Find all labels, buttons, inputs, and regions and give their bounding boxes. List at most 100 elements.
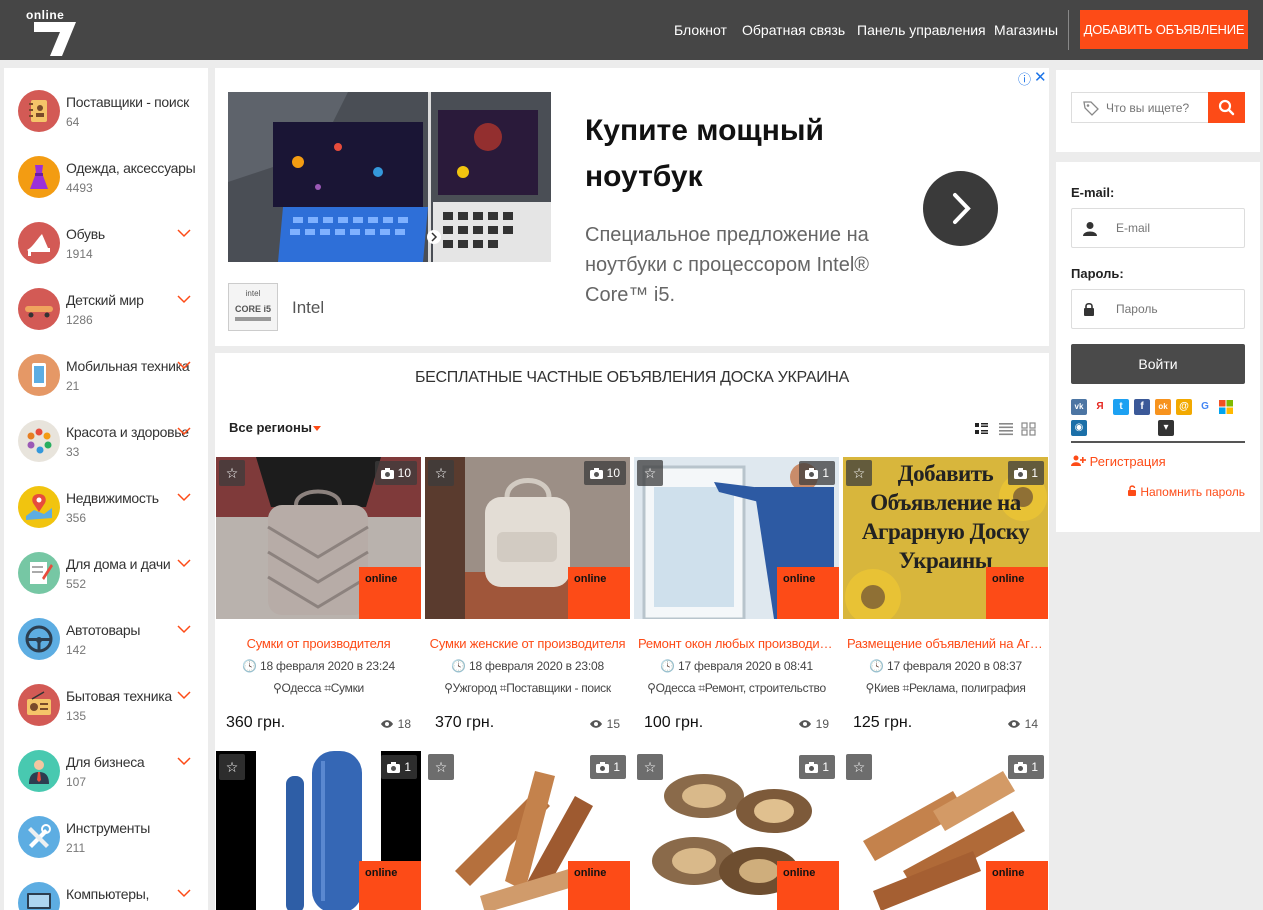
chevron-down-icon[interactable] [177,756,191,766]
steam-icon[interactable]: ◉ [1071,420,1087,436]
category-item[interactable]: Инструменты 211 [4,806,208,872]
nav-feedback[interactable]: Обратная связь [742,22,845,38]
facebook-icon[interactable]: f [1134,399,1150,415]
email-input[interactable] [1116,219,1236,237]
listing-title[interactable]: Размещение объявлений на Аграрную доску [843,636,1048,651]
listing-image[interactable]: online ☆ 1 [425,751,630,910]
favorite-star-icon[interactable]: ☆ [219,754,245,780]
listing-image[interactable]: online ☆ 10 [425,457,630,619]
email-label: E-mail: [1071,185,1115,200]
listing-card[interactable]: online ☆ 1 Ремонт окон любых производите… [634,457,839,749]
nav-notepad[interactable]: Блокнот [674,22,727,38]
listings-title: БЕСПЛАТНЫЕ ЧАСТНЫЕ ОБЪЯВЛЕНИЯ ДОСКА УКРА… [414,369,850,386]
chevron-down-icon[interactable] [177,360,191,370]
camera-icon [1014,467,1028,479]
chevron-down-icon[interactable] [177,426,191,436]
chevron-down-icon[interactable] [177,492,191,502]
favorite-star-icon[interactable]: ☆ [428,460,454,486]
listing-card[interactable]: online ☆ 1 [216,751,421,910]
site-logo[interactable]: online [26,8,80,56]
twitter-icon[interactable]: t [1113,399,1129,415]
radio-icon [18,684,60,726]
listing-views: 15 [589,717,620,731]
region-selector[interactable]: Все регионы [229,420,312,435]
favorite-star-icon[interactable]: ☆ [637,754,663,780]
mailru-icon[interactable]: @ [1176,399,1192,415]
category-item[interactable]: Поставщики - поиск 64 [4,80,208,146]
microsoft-icon[interactable] [1218,399,1234,415]
chevron-down-icon[interactable] [177,690,191,700]
chevron-down-icon[interactable] [177,624,191,634]
category-item[interactable]: Обувь 1914 [4,212,208,278]
category-item[interactable]: Мобильная техника 21 [4,344,208,410]
listing-price: 370 грн. [435,714,495,731]
listing-price: 125 грн. [853,714,913,731]
listing-image[interactable]: online ☆ 1 [634,457,839,619]
odnoklassniki-icon[interactable]: ok [1155,399,1171,415]
category-item[interactable]: Для бизнеса 107 [4,740,208,806]
listing-image[interactable]: Добавить Объявление на Аграрную Доску Ук… [843,457,1048,619]
photo-count-badge: 1 [381,755,417,779]
listing-card[interactable]: online ☆ 1 [425,751,630,910]
add-listing-button[interactable]: ДОБАВИТЬ ОБЪЯВЛЕНИЕ [1080,10,1248,49]
favorite-star-icon[interactable]: ☆ [428,754,454,780]
search-button[interactable] [1208,92,1245,123]
ad-headline[interactable]: Купите мощный ноутбук [585,108,885,200]
advertisement-banner[interactable]: ⓘ ✕ intel CORE i5 Intel Купите мощный но… [215,68,1049,346]
chevron-down-icon[interactable] [177,228,191,238]
google-icon[interactable]: G [1197,399,1213,415]
listing-image[interactable]: online ☆ 1 [843,751,1048,910]
favorite-star-icon[interactable]: ☆ [219,460,245,486]
ad-close-icon[interactable]: ✕ [1034,68,1047,86]
favorite-star-icon[interactable]: ☆ [637,460,663,486]
photo-count-badge: 1 [590,755,626,779]
dropdown-icon[interactable]: ▾ [1158,420,1174,436]
category-item[interactable]: Для дома и дачи 552 [4,542,208,608]
chevron-down-icon[interactable] [177,888,191,898]
category-item[interactable]: Детский мир 1286 [4,278,208,344]
category-count: 1914 [66,247,93,261]
category-count: 1286 [66,313,93,327]
category-item[interactable]: Бытовая техника 135 [4,674,208,740]
favorite-star-icon[interactable]: ☆ [846,754,872,780]
ad-info-icon[interactable]: ⓘ [1018,69,1031,88]
listing-card[interactable]: online ☆ 1 [843,751,1048,910]
email-field[interactable] [1071,208,1245,248]
category-item[interactable]: Недвижимость 356 [4,476,208,542]
register-link[interactable]: Регистрация [1071,454,1166,469]
listing-image[interactable]: online ☆ 10 [216,457,421,619]
listing-card[interactable]: online ☆ 10 Сумки от производителя 🕓 18 … [216,457,421,749]
listing-title[interactable]: Сумки от производителя [216,636,421,651]
view-mode-switcher[interactable] [975,422,1037,436]
category-item[interactable]: Одежда, аксессуары 4493 [4,146,208,212]
listing-image[interactable]: online ☆ 1 [634,751,839,910]
password-input[interactable] [1116,300,1236,318]
listing-card[interactable]: online ☆ 1 [634,751,839,910]
category-item[interactable]: Автотовары 142 [4,608,208,674]
listing-title[interactable]: Ремонт окон любых производителей [634,636,839,651]
category-item[interactable]: Красота и здоровье 33 [4,410,208,476]
watermark-text: online [783,573,816,585]
search-input[interactable] [1106,98,1206,118]
listing-title[interactable]: Сумки женские от производителя [425,636,630,651]
listing-image[interactable]: online ☆ 1 [216,751,421,910]
yandex-icon[interactable]: Я [1092,399,1108,415]
search-field[interactable] [1071,92,1209,123]
caret-down-icon[interactable] [313,426,321,431]
password-field[interactable] [1071,289,1245,329]
listing-card[interactable]: online ☆ 10 Сумки женские от производите… [425,457,630,749]
chevron-down-icon[interactable] [177,558,191,568]
favorite-star-icon[interactable]: ☆ [846,460,872,486]
listing-views: 19 [798,717,829,731]
svg-text:intel: intel [246,289,261,298]
remind-password-link[interactable]: Напомнить пароль [1127,485,1245,499]
category-item[interactable]: Компьютеры, [4,872,208,910]
vk-icon[interactable]: vk [1071,399,1087,415]
ad-next-button[interactable] [923,171,998,246]
nav-control-panel[interactable]: Панель управления [857,22,986,38]
nav-shops[interactable]: Магазины [994,22,1058,38]
login-button[interactable]: Войти [1071,344,1245,384]
ad-brand-name[interactable]: Intel [292,298,324,318]
chevron-down-icon[interactable] [177,294,191,304]
listing-card[interactable]: Добавить Объявление на Аграрную Доску Ук… [843,457,1048,749]
